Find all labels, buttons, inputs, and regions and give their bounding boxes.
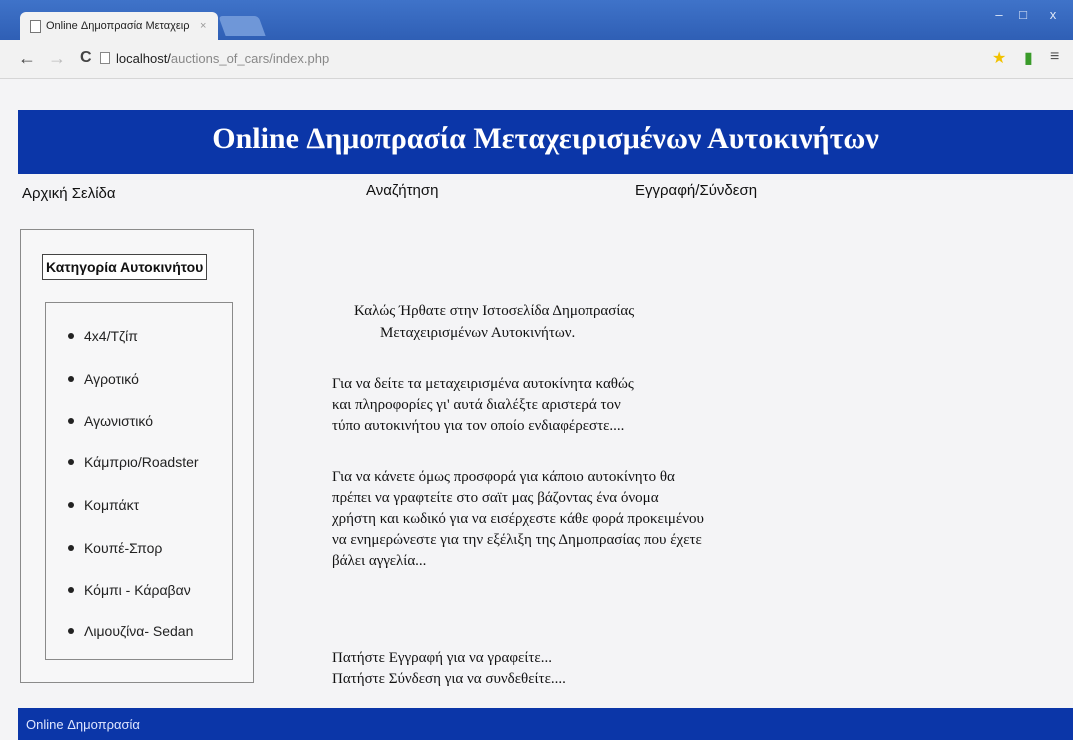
reload-icon[interactable]: C bbox=[80, 49, 92, 67]
bullet-icon bbox=[68, 545, 74, 551]
bullet-icon bbox=[68, 333, 74, 339]
address-bar[interactable]: localhost/auctions_of_cars/index.php bbox=[100, 48, 980, 70]
category-item-compact[interactable]: Κομπάκτ bbox=[68, 497, 139, 513]
welcome-message: Καλώς Ήρθατε στην Ιστοσελίδα Δημοπρασίας… bbox=[354, 300, 634, 344]
text-line: βάλει αγγελία... bbox=[332, 553, 427, 569]
url-host: localhost/ bbox=[116, 51, 171, 66]
browser-tab[interactable]: Online Δημοπρασία Μεταχειρ × bbox=[20, 12, 218, 40]
text-line: χρήστη και κωδικό για να εισέρχεστε κάθε… bbox=[332, 511, 704, 527]
bullet-icon bbox=[68, 418, 74, 424]
tab-close-icon[interactable]: × bbox=[200, 12, 206, 40]
category-item-agrotiko[interactable]: Αγροτικό bbox=[68, 371, 139, 387]
page-content: Online Δημοπρασία Μεταχειρισμένων Αυτοκι… bbox=[18, 82, 1073, 740]
page-icon bbox=[30, 20, 41, 33]
intro-paragraph: Για να δείτε τα μεταχειρισμένα αυτοκίνητ… bbox=[332, 374, 634, 437]
nav-home-link[interactable]: Αρχική Σελίδα bbox=[22, 185, 116, 202]
browser-toolbar: ← → C localhost/auctions_of_cars/index.p… bbox=[0, 40, 1073, 79]
menu-icon[interactable]: ≡ bbox=[1050, 48, 1059, 66]
window-titlebar: Online Δημοπρασία Μεταχειρ × – □ x bbox=[0, 0, 1073, 40]
bullet-icon bbox=[68, 502, 74, 508]
minimize-icon[interactable]: – bbox=[988, 6, 1010, 24]
category-label: Αγωνιστικό bbox=[84, 413, 154, 429]
site-footer: Online Δημοπρασία bbox=[18, 708, 1073, 740]
category-sidebar: Κατηγορία Αυτοκινήτου 4x4/Τζίπ Αγροτικό … bbox=[20, 229, 254, 683]
tab-title: Online Δημοπρασία Μεταχειρ bbox=[46, 20, 190, 32]
bullet-icon bbox=[68, 587, 74, 593]
signup-instructions: Πατήστε Εγγραφή για να γραφείτε... Πατήσ… bbox=[332, 648, 566, 690]
url-path: auctions_of_cars/index.php bbox=[170, 51, 330, 66]
welcome-line-1: Καλώς Ήρθατε στην Ιστοσελίδα Δημοπρασίας bbox=[354, 303, 635, 319]
text-line: Για να δείτε τα μεταχειρισμένα αυτοκίνητ… bbox=[332, 376, 634, 392]
bullet-icon bbox=[68, 376, 74, 382]
category-list: 4x4/Τζίπ Αγροτικό Αγωνιστικό Κάμπριο/Roa… bbox=[45, 302, 233, 660]
footer-text: Online Δημοπρασία bbox=[26, 717, 140, 732]
text-line: Πατήστε Εγγραφή για να γραφείτε... bbox=[332, 650, 552, 666]
category-item-combi[interactable]: Κόμπι - Κάραβαν bbox=[68, 582, 191, 598]
nav-search-link[interactable]: Αναζήτηση bbox=[366, 182, 438, 199]
text-line: να ενημερώνεστε για την εξέλιξη της Δημο… bbox=[332, 532, 702, 548]
bookmark-star-icon[interactable]: ★ bbox=[992, 48, 1006, 68]
maximize-icon[interactable]: □ bbox=[1012, 6, 1034, 24]
text-line: τύπο αυτοκινήτου για τον οποίο ενδιαφέρε… bbox=[332, 418, 625, 434]
category-label: 4x4/Τζίπ bbox=[84, 328, 138, 344]
bid-info-paragraph: Για να κάνετε όμως προσφορά για κάποιο α… bbox=[332, 467, 704, 572]
new-tab-button[interactable] bbox=[218, 16, 266, 36]
category-label: Αγροτικό bbox=[84, 371, 139, 387]
nav-register-link[interactable]: Εγγραφή/Σύνδεση bbox=[635, 182, 757, 199]
welcome-line-2: Μεταχειρισμένων Αυτοκινήτων. bbox=[380, 325, 576, 341]
text-line: και πληροφορίες γι' αυτά διαλέξτε αριστε… bbox=[332, 397, 621, 413]
bullet-icon bbox=[68, 628, 74, 634]
category-item-cabrio[interactable]: Κάμπριο/Roadster bbox=[68, 454, 199, 470]
close-icon[interactable]: x bbox=[1040, 6, 1066, 24]
site-title: Online Δημοπρασία Μεταχειρισμένων Αυτοκι… bbox=[212, 122, 879, 155]
category-item-sedan[interactable]: Λιμουζίνα- Sedan bbox=[68, 623, 193, 639]
category-label: Κουπέ-Σπορ bbox=[84, 540, 163, 556]
category-item-4x4[interactable]: 4x4/Τζίπ bbox=[68, 328, 138, 344]
forward-icon[interactable]: → bbox=[48, 48, 66, 69]
signal-icon[interactable]: ▮ bbox=[1024, 48, 1033, 68]
text-line: πρέπει να γραφτείτε στο σαϊτ μας βάζοντα… bbox=[332, 490, 659, 506]
category-label: Κομπάκτ bbox=[84, 497, 140, 513]
back-icon[interactable]: ← bbox=[18, 48, 36, 69]
category-item-agonistiko[interactable]: Αγωνιστικό bbox=[68, 413, 153, 429]
text-line: Για να κάνετε όμως προσφορά για κάποιο α… bbox=[332, 469, 675, 485]
category-label: Λιμουζίνα- Sedan bbox=[84, 623, 194, 639]
category-label: Κόμπι - Κάραβαν bbox=[84, 582, 191, 598]
category-item-coupe[interactable]: Κουπέ-Σπορ bbox=[68, 540, 162, 556]
text-line: Πατήστε Σύνδεση για να συνδεθείτε.... bbox=[332, 671, 566, 687]
category-heading: Κατηγορία Αυτοκινήτου bbox=[42, 254, 208, 280]
page-icon bbox=[100, 52, 110, 64]
bullet-icon bbox=[68, 459, 74, 465]
site-header: Online Δημοπρασία Μεταχειρισμένων Αυτοκι… bbox=[18, 110, 1073, 174]
category-label: Κάμπριο/Roadster bbox=[84, 454, 199, 470]
